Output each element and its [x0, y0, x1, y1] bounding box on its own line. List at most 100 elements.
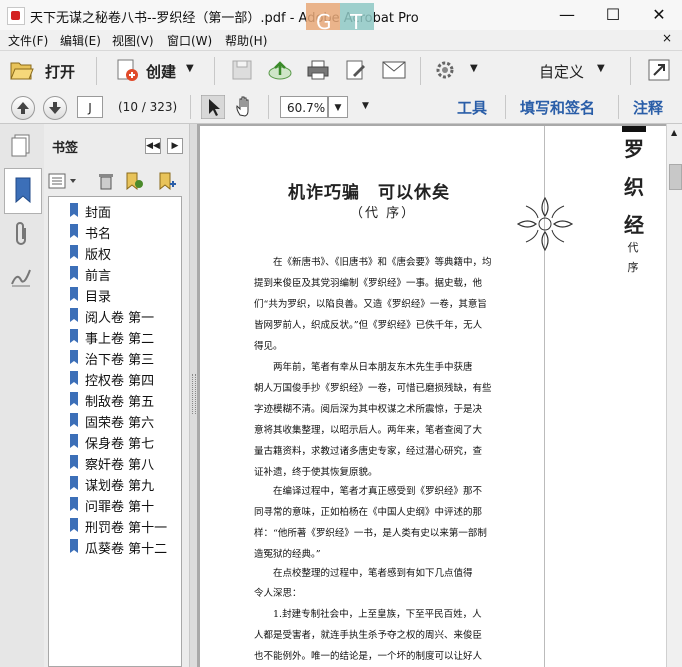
comment-tab[interactable]: 注释	[633, 97, 663, 118]
bookmark-icon	[70, 371, 78, 385]
previous-page-button[interactable]	[11, 96, 35, 120]
vertical-scrollbar[interactable]: ▲	[666, 124, 682, 667]
bookmark-icon	[70, 539, 78, 553]
toolbar-divider	[190, 95, 191, 119]
bookmark-label: 事上卷 第二	[85, 332, 155, 347]
collapse-panel-icon[interactable]: ◀◀	[145, 138, 161, 154]
maximize-button[interactable]: ☐	[590, 0, 636, 30]
open-button[interactable]: 打开	[45, 61, 75, 82]
bookmark-icon	[70, 308, 78, 322]
menu-window[interactable]: 窗口(W)	[167, 32, 212, 49]
bookmark-icon	[70, 287, 78, 301]
bookmark-label: 谋划卷 第九	[85, 479, 155, 494]
close-button[interactable]: ✕	[636, 0, 682, 30]
paragraph-line: 令人深思：	[254, 588, 302, 599]
chevron-down-icon[interactable]: ▼	[186, 63, 194, 74]
bookmark-icon	[70, 329, 78, 343]
page-thumbnails-icon[interactable]	[10, 134, 32, 158]
paragraph-line: 也不能例外。唯一的结论是，一个坏的制度可以让好人	[254, 651, 483, 662]
zoom-input[interactable]: 60.7%	[280, 96, 328, 118]
folder-open-icon[interactable]	[10, 59, 34, 81]
bookmark-label: 保身卷 第七	[85, 437, 155, 452]
bookmarks-title: 书签	[52, 141, 79, 156]
bookmark-icon	[70, 518, 78, 532]
minimize-button[interactable]: —	[544, 0, 590, 30]
create-pdf-icon[interactable]	[115, 58, 139, 82]
menu-file[interactable]: 文件(F)	[8, 32, 48, 49]
arrow-down-icon	[49, 102, 61, 114]
edit-document-icon[interactable]	[345, 59, 367, 81]
paragraph-line: 们“共为罗织，以陷良善。又造《罗织经》一卷，其意旨	[254, 299, 487, 310]
bookmark-options-menu-icon[interactable]	[48, 172, 78, 190]
bookmark-label: 刑罚卷 第十一	[85, 521, 168, 536]
menu-view[interactable]: 视图(V)	[112, 32, 154, 49]
save-icon[interactable]	[231, 59, 253, 81]
expand-icon[interactable]	[648, 59, 670, 81]
toolbar-divider	[96, 57, 97, 85]
scroll-up-icon[interactable]: ▲	[671, 128, 677, 137]
toolbar-divider	[618, 95, 619, 119]
menu-edit[interactable]: 编辑(E)	[60, 32, 101, 49]
paragraph-line: 量古籍资料，求教过诸多唐史专家，经过潜心研究，查	[254, 446, 483, 457]
new-bookmark-icon[interactable]	[124, 172, 144, 190]
close-document-icon[interactable]: ×	[662, 31, 672, 45]
side-book-title: 罗 织 经	[622, 130, 646, 244]
bookmark-label: 前言	[85, 269, 112, 284]
paragraph-line: 同寻常的意味，正如柏杨在《中国人史纲》中评述的那	[254, 507, 483, 518]
tools-tab[interactable]: 工具	[457, 97, 487, 118]
next-page-button[interactable]	[43, 96, 67, 120]
bookmark-label: 封面	[85, 206, 112, 221]
paragraph-line: 样：“他所著《罗织经》一书，是人类有史以来第一部制	[254, 528, 487, 539]
scrollbar-thumb[interactable]	[669, 164, 682, 190]
delete-bookmark-icon[interactable]	[97, 172, 115, 190]
expand-bookmark-icon[interactable]	[157, 172, 177, 190]
email-icon[interactable]	[382, 61, 406, 79]
paragraph-line: 意将其收集整理，以昭示后人。两年来，笔者查阅了大	[254, 425, 483, 436]
document-subtitle: （代 序）	[350, 206, 417, 221]
fill-sign-tab[interactable]: 填写和签名	[520, 97, 595, 118]
create-button[interactable]: 创建	[146, 61, 176, 82]
chevron-down-icon[interactable]: ▼	[597, 63, 605, 74]
select-cursor-icon[interactable]	[201, 95, 225, 119]
arrow-up-icon	[17, 102, 29, 114]
bookmark-label: 版权	[85, 248, 112, 263]
attachment-paperclip-icon[interactable]	[10, 222, 32, 248]
bookmark-icon	[70, 392, 78, 406]
paragraph-line: 证补遗，终于使其恢复原貌。	[254, 467, 378, 478]
bookmark-label: 书名	[85, 227, 112, 242]
bookmark-label: 固荣卷 第六	[85, 416, 155, 431]
page-number-input[interactable]: J	[77, 96, 103, 118]
bookmark-label: 制敌卷 第五	[85, 395, 155, 410]
bookmark-label: 察奸卷 第八	[85, 458, 155, 473]
menu-help[interactable]: 帮助(H)	[225, 32, 267, 49]
bookmark-icon	[70, 224, 78, 238]
bookmark-icon	[70, 266, 78, 280]
navigation-pane-rail	[0, 124, 45, 667]
side-title-char: 织	[624, 175, 644, 199]
paragraph-line: 1.封建专制社会中，上至皇族，下至平民百姓，人	[273, 609, 482, 620]
menu-bar: 文件(F) 编辑(E) 视图(V) 窗口(W) 帮助(H) ×	[0, 30, 682, 50]
upload-cloud-icon[interactable]	[267, 59, 293, 81]
bookmark-icon	[70, 350, 78, 364]
bookmark-icon	[70, 476, 78, 490]
signatures-icon[interactable]	[9, 266, 33, 288]
hand-tool-icon[interactable]	[233, 95, 257, 119]
more-tools-icon[interactable]: ▼	[362, 101, 369, 111]
print-icon[interactable]	[306, 59, 330, 81]
panel-options-icon[interactable]: ▶	[167, 138, 183, 154]
chevron-down-icon[interactable]: ▼	[470, 63, 478, 74]
customize-dropdown[interactable]: 自定义	[539, 61, 584, 82]
gear-icon[interactable]	[435, 60, 455, 80]
bookmark-label: 阅人卷 第一	[85, 311, 155, 326]
bookmarks-panel-button[interactable]	[4, 168, 42, 214]
bookmark-icon	[70, 203, 78, 217]
document-title: 机诈巧骗 可以休矣	[288, 183, 450, 203]
paragraph-line: 人都是受害者，就连手执生杀予夺之权的周兴、来俊臣	[254, 630, 483, 641]
bookmark-icon	[70, 413, 78, 427]
zoom-dropdown-button[interactable]: ▼	[328, 96, 348, 118]
toolbar-divider	[505, 95, 506, 119]
bookmarks-list: 封面 书名 版权 前言 目录 阅人卷 第一 事上卷 第二 治下卷 第三 控权卷 …	[48, 196, 182, 667]
bookmark-label: 目录	[85, 290, 112, 305]
toolbar-divider	[214, 57, 215, 85]
acrobat-app-icon[interactable]	[7, 7, 25, 25]
